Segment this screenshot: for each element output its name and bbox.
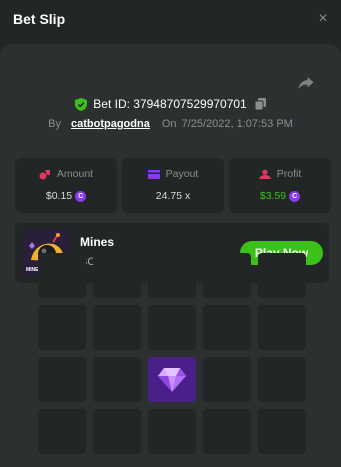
mine-tile[interactable] <box>258 305 306 350</box>
bet-slip-content: Bet ID: 37948707529970701 By catbotpagod… <box>0 44 341 467</box>
bet-stats: Amount $0.15 C Payout 24.75 x Profit $3.… <box>15 158 331 213</box>
mine-tile[interactable] <box>148 409 196 454</box>
mines-board <box>38 253 307 454</box>
bet-id-row: Bet ID: 37948707529970701 <box>0 96 341 112</box>
profit-label: Profit <box>276 168 302 180</box>
bet-author-row: By catbotpagodna On 7/25/2022, 1:07:53 P… <box>0 116 341 132</box>
username-link[interactable]: catbotpagodna <box>71 118 150 130</box>
profit-value: $3.59 <box>259 190 287 202</box>
profit-stat: Profit $3.59 C <box>229 158 331 213</box>
amount-label: Amount <box>56 168 94 180</box>
mine-tile[interactable] <box>258 357 306 402</box>
mine-tile[interactable] <box>258 253 306 298</box>
payout-stat: Payout 24.75 x <box>122 158 224 213</box>
mine-tile[interactable] <box>38 305 86 350</box>
share-icon[interactable] <box>297 74 315 92</box>
close-icon[interactable]: × <box>315 9 331 29</box>
verified-shield-icon <box>75 97 88 111</box>
profit-icon <box>258 169 271 179</box>
copy-icon[interactable] <box>254 98 266 110</box>
amount-stat: Amount $0.15 C <box>15 158 117 213</box>
mine-tile[interactable] <box>38 409 86 454</box>
bet-slip-header: Bet Slip × <box>0 0 341 42</box>
mine-tile[interactable] <box>93 357 141 402</box>
mine-tile[interactable] <box>93 305 141 350</box>
on-label: On <box>161 118 177 130</box>
gem-icon <box>158 367 186 392</box>
currency-coin-icon: C <box>75 190 87 202</box>
payout-value: 24.75 x <box>155 190 191 202</box>
mine-tile[interactable] <box>38 357 86 402</box>
game-name: Mines <box>80 235 115 249</box>
dialog-title: Bet Slip <box>13 11 66 27</box>
currency-coin-icon: C <box>289 190 301 202</box>
mine-tile[interactable] <box>93 409 141 454</box>
bet-datetime: 7/25/2022, 1:07:53 PM <box>181 118 293 130</box>
payout-label: Payout <box>165 168 199 180</box>
game-thumbnail-caption: MINE <box>26 267 39 273</box>
mine-tile[interactable] <box>203 305 251 350</box>
coins-icon <box>39 169 50 179</box>
gem-tile[interactable] <box>148 357 196 402</box>
mine-tile[interactable] <box>93 253 141 298</box>
mine-tile[interactable] <box>258 409 306 454</box>
wallet-icon <box>147 169 160 179</box>
mine-tile[interactable] <box>203 253 251 298</box>
mine-tile[interactable] <box>148 253 196 298</box>
bet-id-text: Bet ID: 37948707529970701 <box>93 97 247 111</box>
mine-tile[interactable] <box>148 305 196 350</box>
mine-tile[interactable] <box>203 357 251 402</box>
by-label: By <box>48 118 61 130</box>
mine-tile[interactable] <box>38 253 86 298</box>
mine-tile[interactable] <box>203 409 251 454</box>
amount-value: $0.15 <box>45 190 73 202</box>
